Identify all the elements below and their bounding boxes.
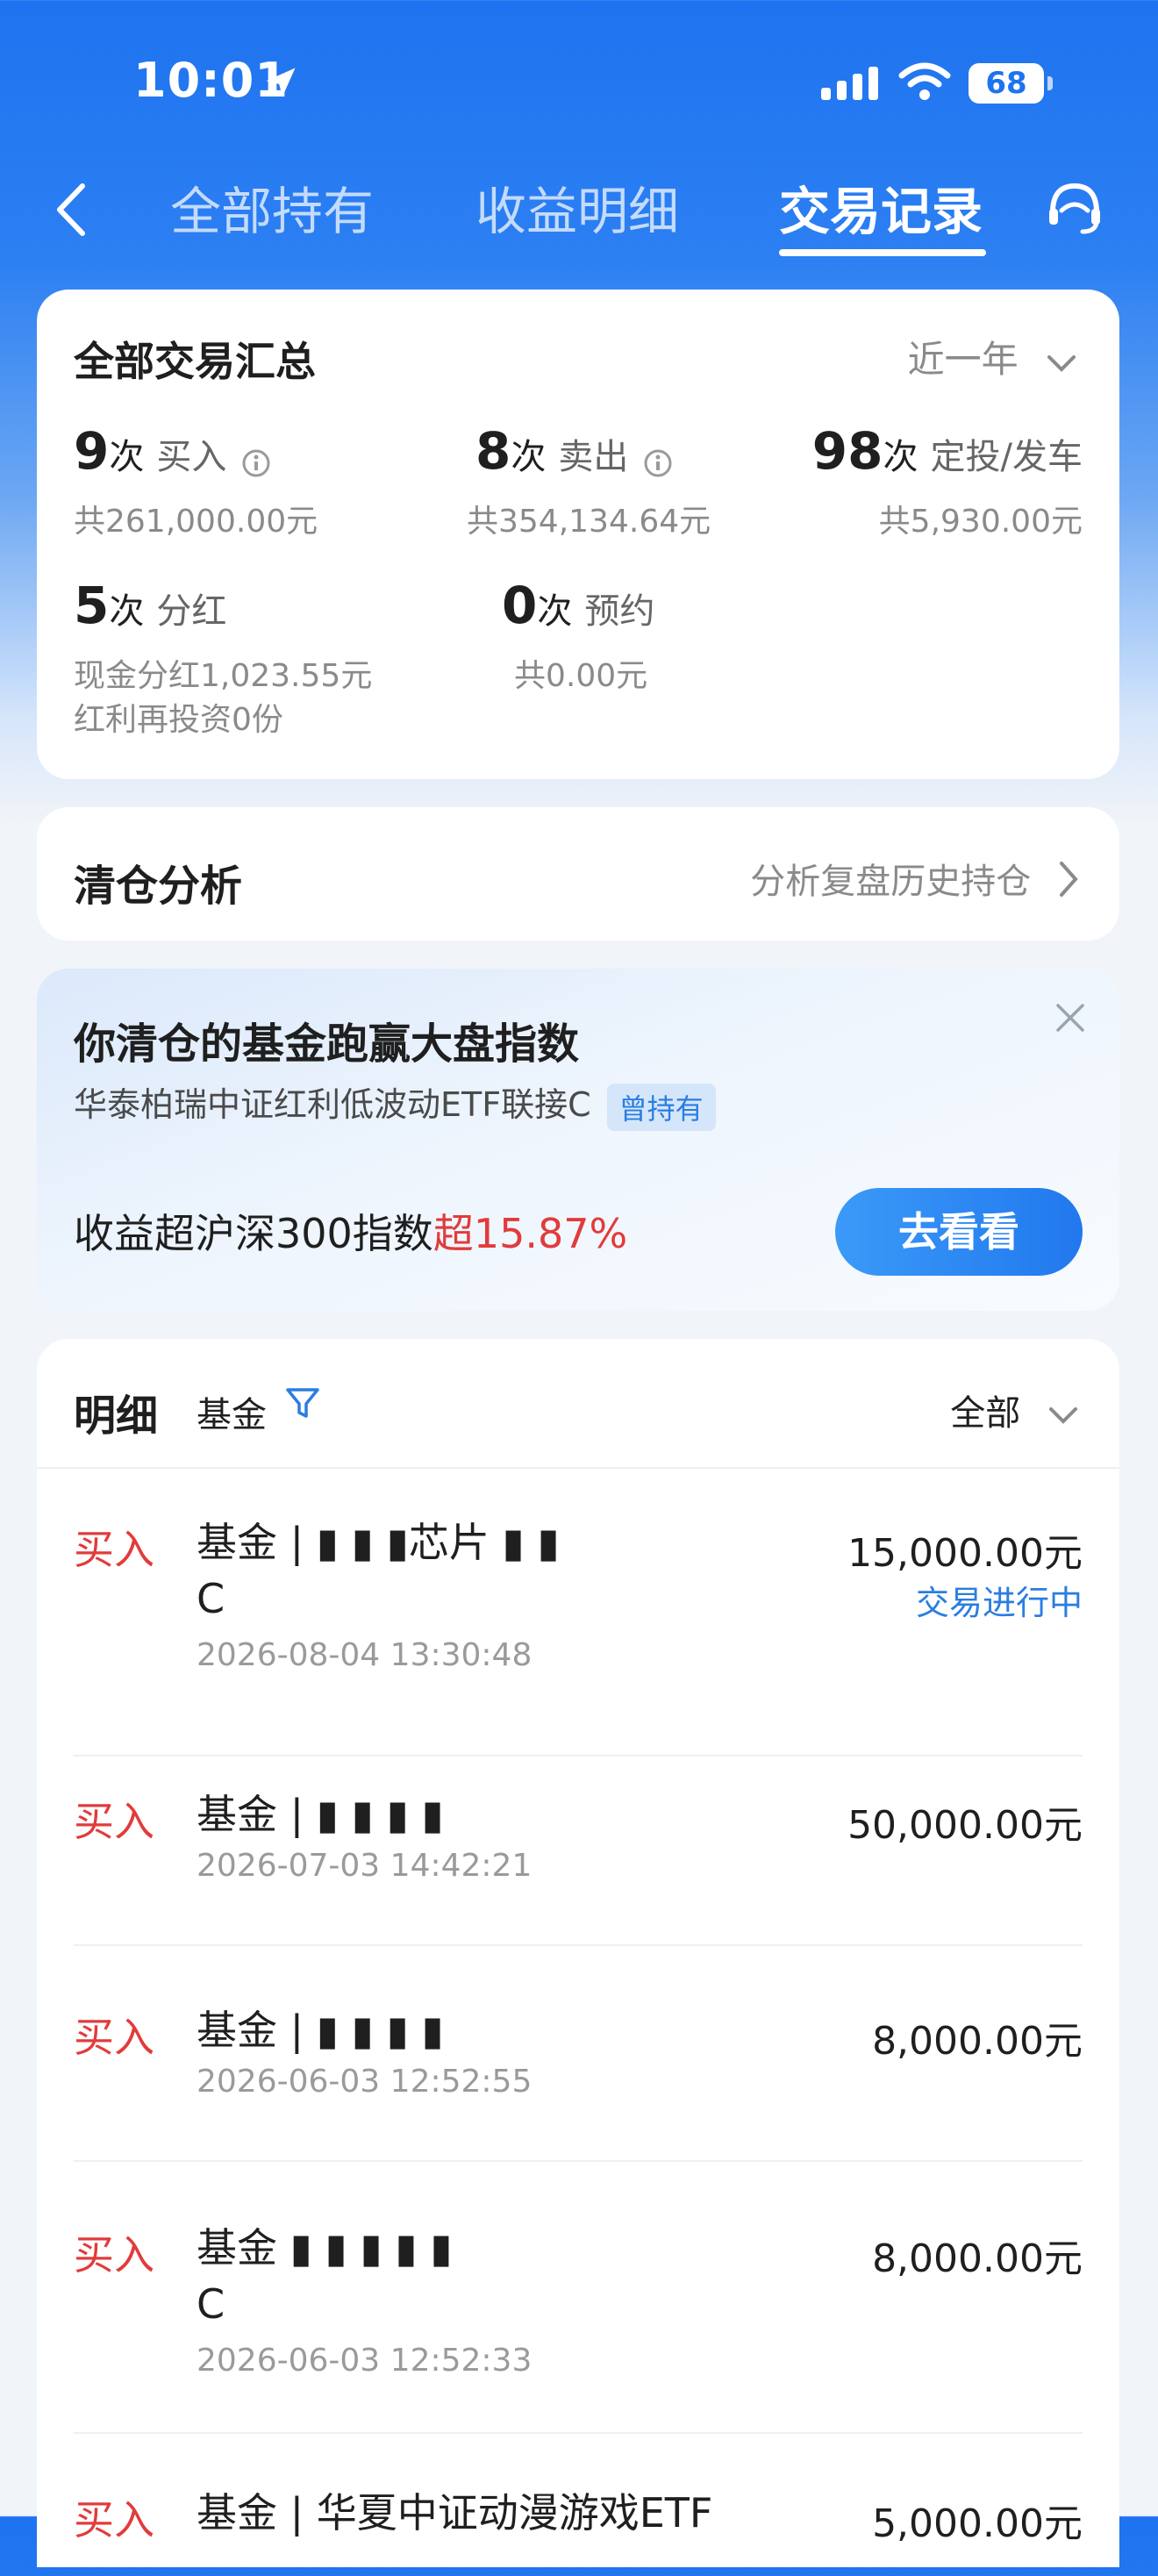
transaction-date: 2026-06-03 12:52:55: [197, 2064, 533, 2100]
promo-performance: 收益超沪深300指数超15.87%: [74, 1202, 627, 1260]
stat-dividend-reinvest: 红利再投资0份: [74, 702, 283, 738]
stat-buy[interactable]: 9次 买入: [74, 421, 271, 482]
promo-fund-name: 华泰柏瑞中证红利低波动ETF联接C: [74, 1085, 591, 1124]
stat-unit: 次: [109, 591, 145, 632]
fund-name: 基金 | ▮ ▮ ▮ ▮: [197, 1791, 444, 1838]
transaction-amount: 5,000.00元: [872, 2501, 1083, 2546]
row-divider: [74, 1944, 1083, 1946]
stat-count: 5: [74, 576, 110, 635]
location-arrow-icon: [261, 63, 300, 105]
fund-name-suffix: C: [197, 2280, 225, 2328]
transaction-date: 2026-08-04 13:30:48: [197, 1637, 533, 1673]
wifi-icon: [898, 61, 951, 107]
cellular-signal-icon: [821, 67, 883, 105]
fund-name: 基金 | ▮ ▮ ▮ ▮: [197, 2007, 444, 2054]
top-nav: 全部持有 收益明细 交易记录: [0, 158, 1158, 263]
range-label: 近一年: [907, 338, 1019, 381]
close-icon[interactable]: [1053, 1000, 1088, 1039]
clearance-promo-card: 你清仓的基金跑赢大盘指数 华泰柏瑞中证红利低波动ETF联接C 曾持有 收益超沪深3…: [37, 969, 1119, 1311]
promo-fund: 华泰柏瑞中证红利低波动ETF联接C 曾持有: [74, 1077, 716, 1131]
stat-label: 分红: [156, 591, 227, 632]
stat-auto-invest-total: 共5,930.00元: [878, 504, 1083, 540]
held-before-badge: 曾持有: [606, 1083, 716, 1131]
stat-count: 98: [811, 421, 883, 481]
row-divider: [74, 2160, 1083, 2162]
row-divider: [74, 1755, 1083, 1757]
stat-dividend[interactable]: 5次 分红: [74, 576, 226, 635]
clearance-title: 清仓分析: [74, 862, 243, 911]
stat-auto-invest[interactable]: 98次 定投/发车: [812, 421, 1083, 481]
transaction-row[interactable]: 买入 基金 ▮ ▮ ▮ ▮ ▮ C 2026-06-03 12:52:33 8,…: [74, 2223, 1083, 2451]
tab-transaction-records[interactable]: 交易记录: [779, 170, 983, 244]
clearance-link-label: 分析复盘历史持仓: [750, 862, 1032, 902]
transaction-row[interactable]: 买入 基金 | ▮ ▮ ▮ ▮ 2026-07-03 14:42:21 50,0…: [74, 1790, 1083, 1965]
fund-name: 基金 | 华夏中证动漫游戏ETF: [197, 2489, 713, 2537]
info-icon[interactable]: [241, 448, 271, 482]
stat-buy-total: 共261,000.00元: [74, 504, 318, 540]
stat-reservation[interactable]: 0次 预约: [502, 576, 654, 635]
stat-unit: 次: [511, 437, 547, 477]
stat-sell[interactable]: 8次 卖出: [475, 421, 673, 482]
transaction-amount: 50,000.00元: [847, 1803, 1083, 1848]
transaction-amount: 8,000.00元: [872, 2236, 1083, 2281]
tab-all-holdings[interactable]: 全部持有: [170, 170, 374, 244]
fund-name: 基金 | ▮ ▮ ▮芯片 ▮ ▮: [197, 1519, 560, 1566]
transaction-amount: 8,000.00元: [872, 2019, 1083, 2064]
transaction-type: 买入: [74, 2231, 154, 2279]
clearance-analysis-card[interactable]: 清仓分析 分析复盘历史持仓: [37, 807, 1119, 941]
header-divider: [37, 1467, 1119, 1469]
stat-label: 买入: [156, 437, 227, 477]
stat-count: 0: [502, 576, 538, 635]
transaction-row[interactable]: 买入 基金 | ▮ ▮ ▮ ▮ 2026-06-03 12:52:55 8,00…: [74, 2006, 1083, 2181]
stat-label: 卖出: [558, 437, 629, 477]
stat-dividend-cash: 现金分红1,023.55元: [74, 658, 373, 694]
promo-headline: 你清仓的基金跑赢大盘指数: [74, 1020, 580, 1069]
tab-income-detail[interactable]: 收益明细: [475, 170, 679, 244]
chevron-down-icon: [1046, 340, 1077, 383]
stat-unit: 次: [883, 437, 919, 477]
transaction-type: 买入: [74, 2496, 154, 2544]
chevron-right-icon: [1058, 860, 1079, 907]
promo-perf-prefix: 收益超沪深300指数: [74, 1210, 433, 1257]
range-selector[interactable]: 近一年: [908, 330, 1077, 383]
transaction-type: 买入: [74, 2014, 154, 2061]
back-arrow-icon[interactable]: [49, 179, 91, 244]
transaction-date: 2026-07-03 14:42:21: [197, 1848, 533, 1884]
transaction-status: 交易进行中: [915, 1584, 1083, 1622]
transaction-detail-card: 明细 基金 全部 买入 基金 | ▮ ▮ ▮芯片 ▮ ▮ C 2026-08-0…: [37, 1339, 1119, 2567]
active-tab-indicator: [779, 249, 986, 256]
status-bar: 10:01 68: [0, 0, 1158, 149]
stat-label: 定投/发车: [930, 437, 1083, 477]
stat-sell-total: 共354,134.64元: [467, 504, 711, 540]
stat-unit: 次: [537, 591, 573, 632]
promo-perf-value: 超15.87%: [432, 1210, 628, 1257]
stat-count: 9: [74, 421, 110, 481]
clearance-link[interactable]: 分析复盘历史持仓: [750, 853, 1079, 907]
detail-title: 明细: [74, 1392, 159, 1441]
transaction-row[interactable]: 买入 基金 | 华夏中证动漫游戏ETF 5,000.00元: [74, 2488, 1083, 2576]
scope-label: 全部: [950, 1393, 1021, 1434]
fund-name: 基金 ▮ ▮ ▮ ▮ ▮: [197, 2224, 453, 2272]
stat-label: 预约: [584, 591, 655, 632]
battery-indicator: 68: [969, 63, 1053, 104]
transaction-summary-card: 全部交易汇总 近一年 9次 买入 共261,000.00元 8次 卖出 共354,1…: [37, 290, 1119, 779]
transaction-date: 2026-06-03 12:52:33: [197, 2343, 533, 2379]
chevron-down-icon: [1047, 1395, 1079, 1435]
go-see-button[interactable]: 去看看: [835, 1188, 1083, 1276]
fund-name-suffix: C: [197, 1575, 225, 1622]
stat-unit: 次: [109, 437, 145, 477]
stat-count: 8: [475, 421, 511, 481]
row-divider: [74, 2432, 1083, 2434]
transaction-type: 买入: [74, 1798, 154, 1845]
scope-selector[interactable]: 全部: [950, 1385, 1079, 1435]
filter-funnel-icon[interactable]: [284, 1385, 321, 1425]
info-icon[interactable]: [643, 448, 673, 482]
transaction-amount: 15,000.00元: [847, 1531, 1083, 1576]
transaction-type: 买入: [74, 1526, 154, 1573]
fund-filter[interactable]: 基金: [197, 1386, 267, 1437]
transaction-row[interactable]: 买入 基金 | ▮ ▮ ▮芯片 ▮ ▮ C 2026-08-04 13:30:4…: [74, 1518, 1083, 1757]
stat-reservation-total: 共0.00元: [514, 658, 648, 694]
summary-title: 全部交易汇总: [74, 338, 316, 385]
customer-service-icon[interactable]: [1044, 177, 1105, 242]
